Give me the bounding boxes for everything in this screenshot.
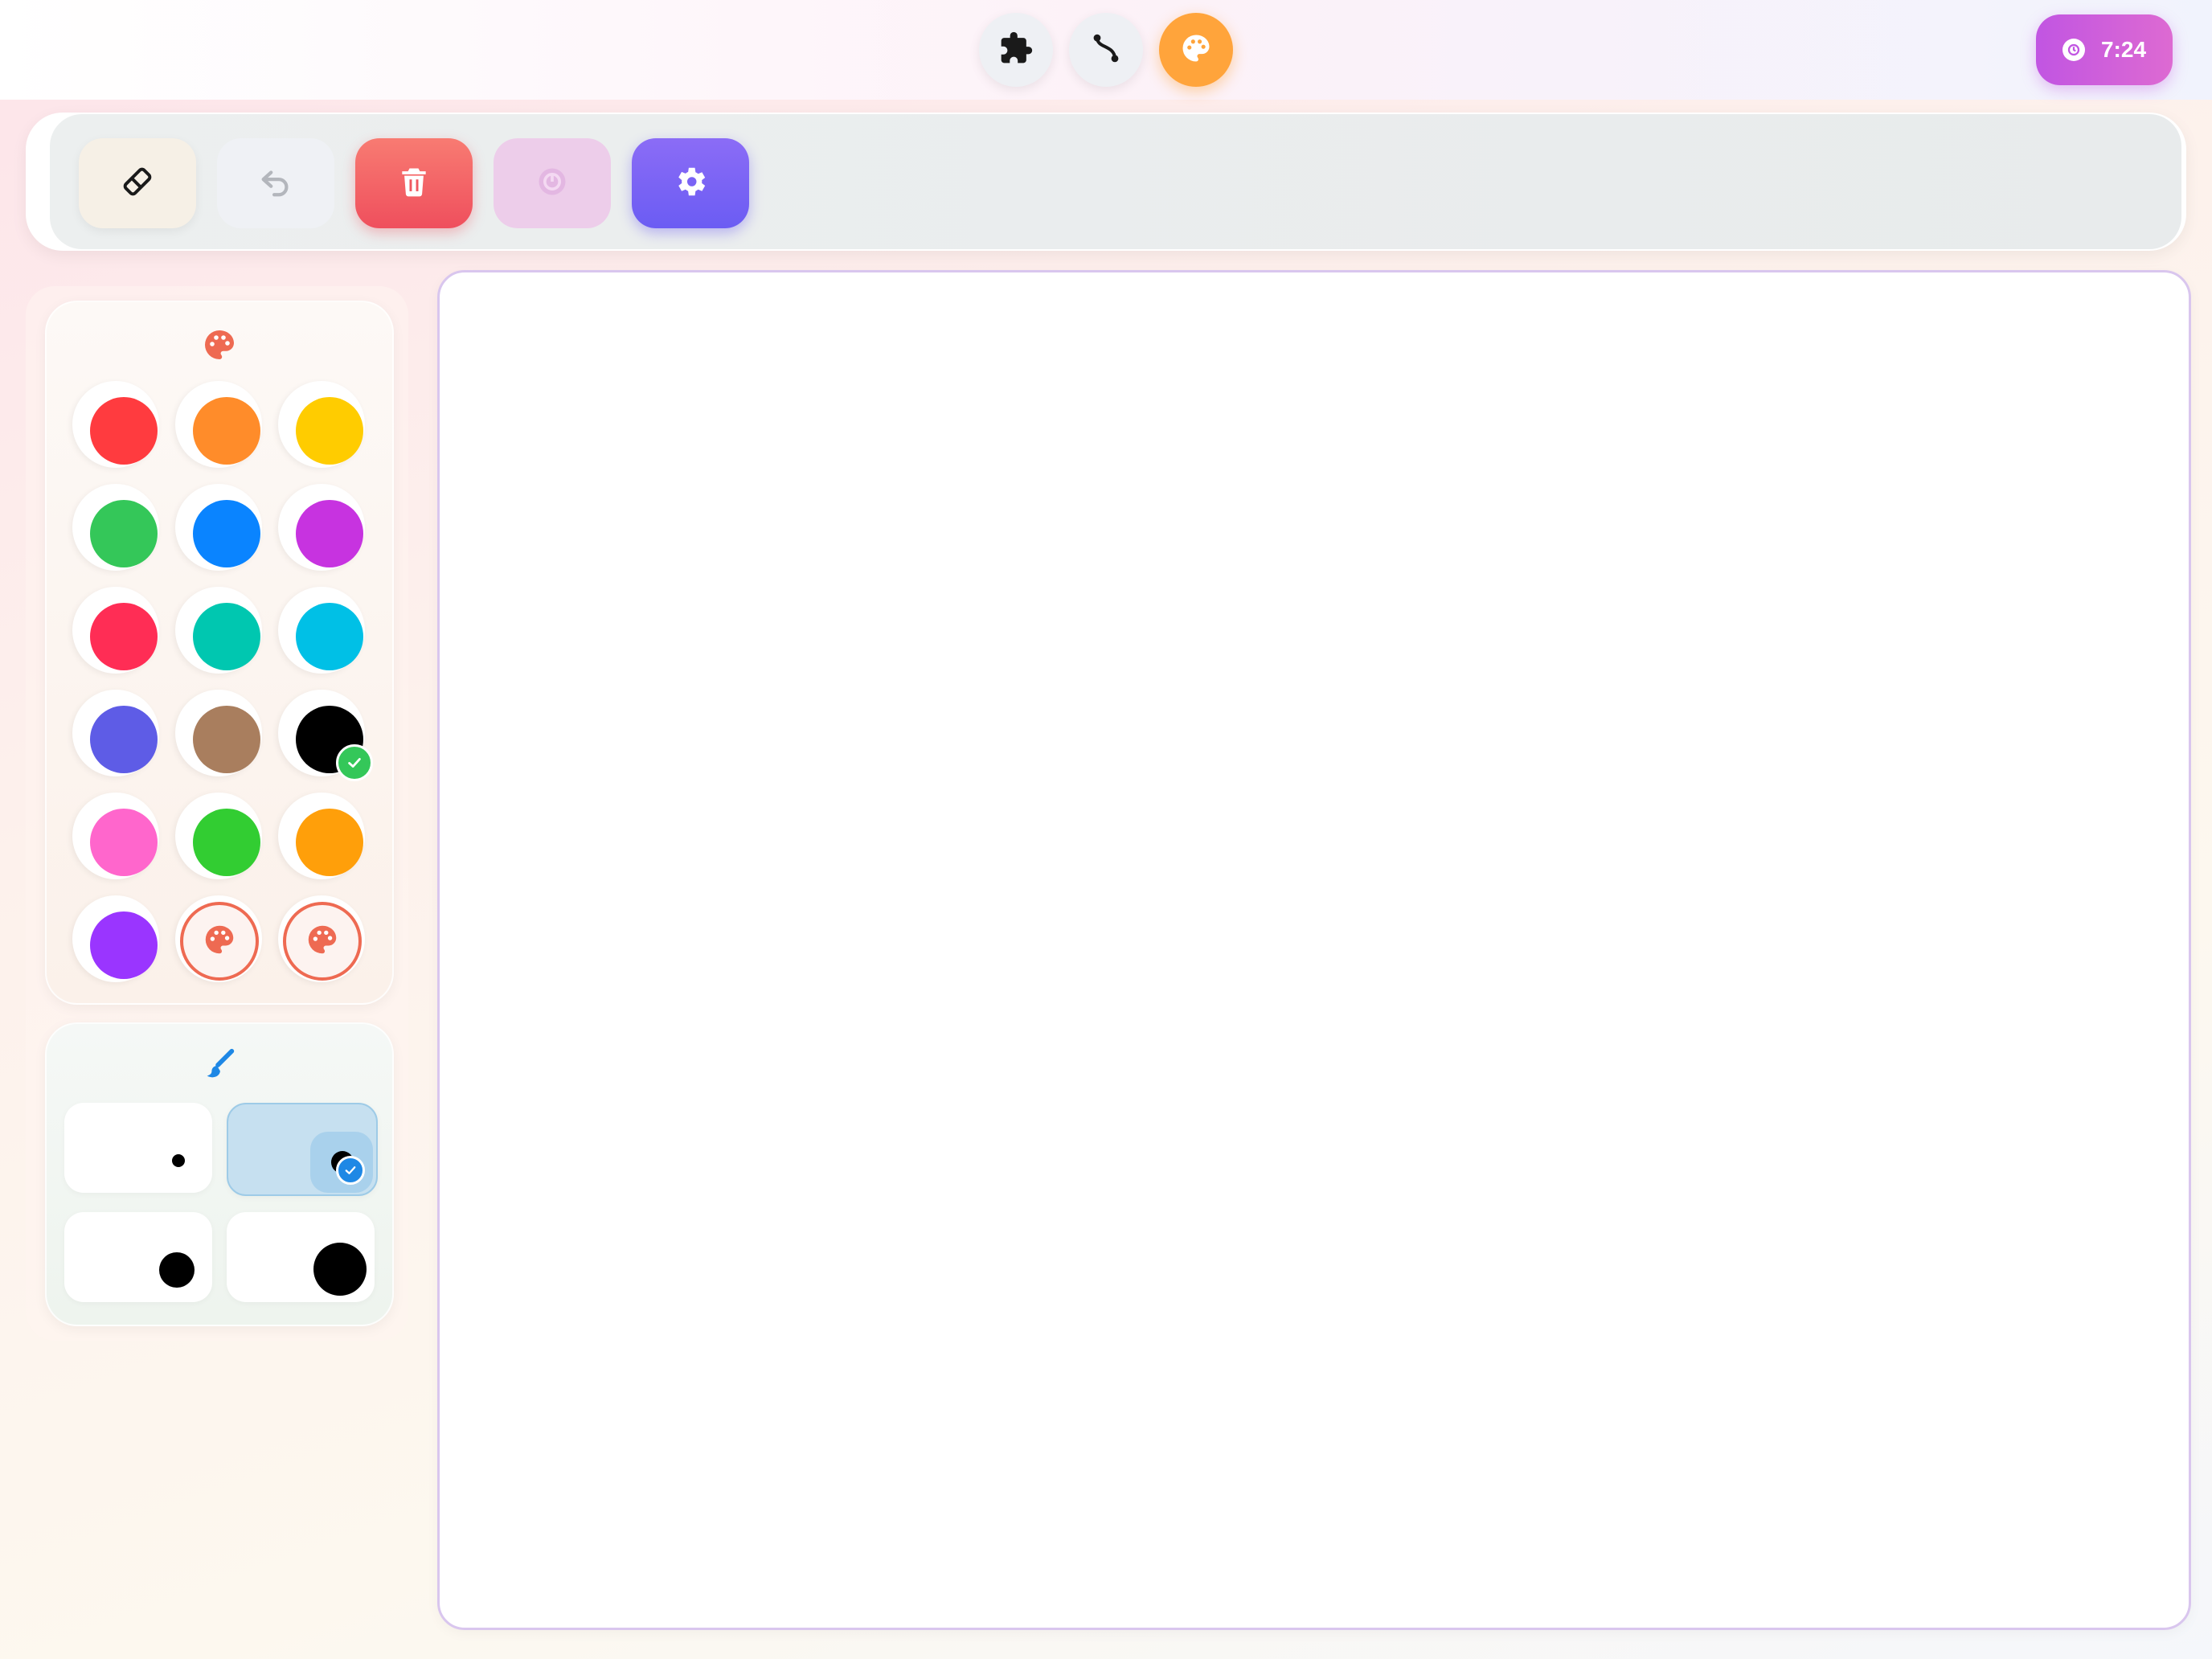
brush-icon — [199, 1045, 240, 1085]
swatch-fill — [90, 397, 158, 465]
color-swatch-yellow[interactable] — [278, 381, 365, 468]
swatch-fill — [90, 706, 158, 773]
palette-icon — [1178, 31, 1214, 70]
selected-check-icon — [336, 744, 373, 781]
swatch-fill — [90, 603, 158, 670]
undo-button[interactable] — [217, 138, 334, 228]
color-swatch-amber[interactable] — [278, 793, 365, 879]
swatch-fill — [296, 397, 363, 465]
timer-badge: 7:24 — [2036, 14, 2173, 85]
swatch-fill — [90, 809, 158, 876]
color-swatch-red[interactable] — [72, 381, 159, 468]
swatch-fill — [193, 809, 260, 876]
brush-size-medium[interactable] — [227, 1103, 378, 1196]
size-dot — [313, 1243, 367, 1296]
eraser-button[interactable] — [79, 138, 196, 228]
swatch-fill — [90, 500, 158, 567]
toolbar-track — [50, 114, 2181, 249]
swatch-fill — [193, 603, 260, 670]
palette-icon — [199, 325, 240, 365]
swatch-fill — [296, 500, 363, 567]
drawing-canvas[interactable] — [437, 270, 2191, 1630]
color-swatch-green[interactable] — [72, 484, 159, 571]
paint-mode-button[interactable] — [1159, 13, 1233, 87]
puzzle-icon — [998, 31, 1034, 70]
custom-color-ring — [283, 902, 362, 981]
swatch-fill — [193, 706, 260, 773]
selected-check-icon — [336, 1156, 365, 1185]
trash-icon — [396, 164, 432, 203]
color-swatch-indigo[interactable] — [72, 690, 159, 776]
top-bar: 7:24 — [0, 0, 2212, 100]
color-swatch-orange[interactable] — [175, 381, 262, 468]
swatch-fill — [296, 809, 363, 876]
gear-icon — [672, 163, 709, 204]
path-icon — [1088, 31, 1124, 70]
timer-value: 7:24 — [2100, 37, 2147, 62]
color-swatch-purple[interactable] — [278, 484, 365, 571]
color-swatch-crimson[interactable] — [72, 587, 159, 674]
color-swatch-lime[interactable] — [175, 793, 262, 879]
path-mode-button[interactable] — [1069, 13, 1143, 87]
palette-icon — [201, 921, 238, 962]
color-swatch-black[interactable] — [278, 690, 373, 781]
puzzle-mode-button[interactable] — [979, 13, 1053, 87]
color-swatch-blue[interactable] — [175, 484, 262, 571]
color-swatch-pink[interactable] — [72, 793, 159, 879]
brush-size-card — [45, 1022, 394, 1326]
custom-color-button-1[interactable] — [175, 895, 262, 982]
brush-size-large[interactable] — [64, 1212, 212, 1302]
swatch-fill — [90, 911, 158, 979]
palette-icon — [304, 921, 341, 962]
timer-icon — [2062, 39, 2085, 61]
swatch-fill — [296, 603, 363, 670]
swatch-fill — [193, 397, 260, 465]
size-dot — [159, 1252, 195, 1288]
color-palette-card — [45, 301, 394, 1005]
toolbar — [26, 113, 2186, 251]
color-swatch-teal[interactable] — [175, 587, 262, 674]
swatch-fill — [193, 500, 260, 567]
stamp-icon — [535, 164, 570, 203]
clear-canvas-button[interactable] — [355, 138, 473, 228]
custom-color-button-2[interactable] — [278, 895, 365, 982]
stamp-button[interactable] — [494, 138, 611, 228]
color-swatch-cyan[interactable] — [278, 587, 365, 674]
size-dot — [172, 1154, 185, 1167]
settings-button[interactable] — [632, 138, 749, 228]
custom-color-ring — [180, 902, 259, 981]
undo-icon — [257, 163, 294, 204]
brush-size-xlarge[interactable] — [227, 1212, 375, 1302]
color-swatch-brown[interactable] — [175, 690, 262, 776]
eraser-icon — [118, 162, 157, 205]
color-swatch-violet[interactable] — [72, 895, 159, 982]
brush-size-small[interactable] — [64, 1103, 212, 1193]
